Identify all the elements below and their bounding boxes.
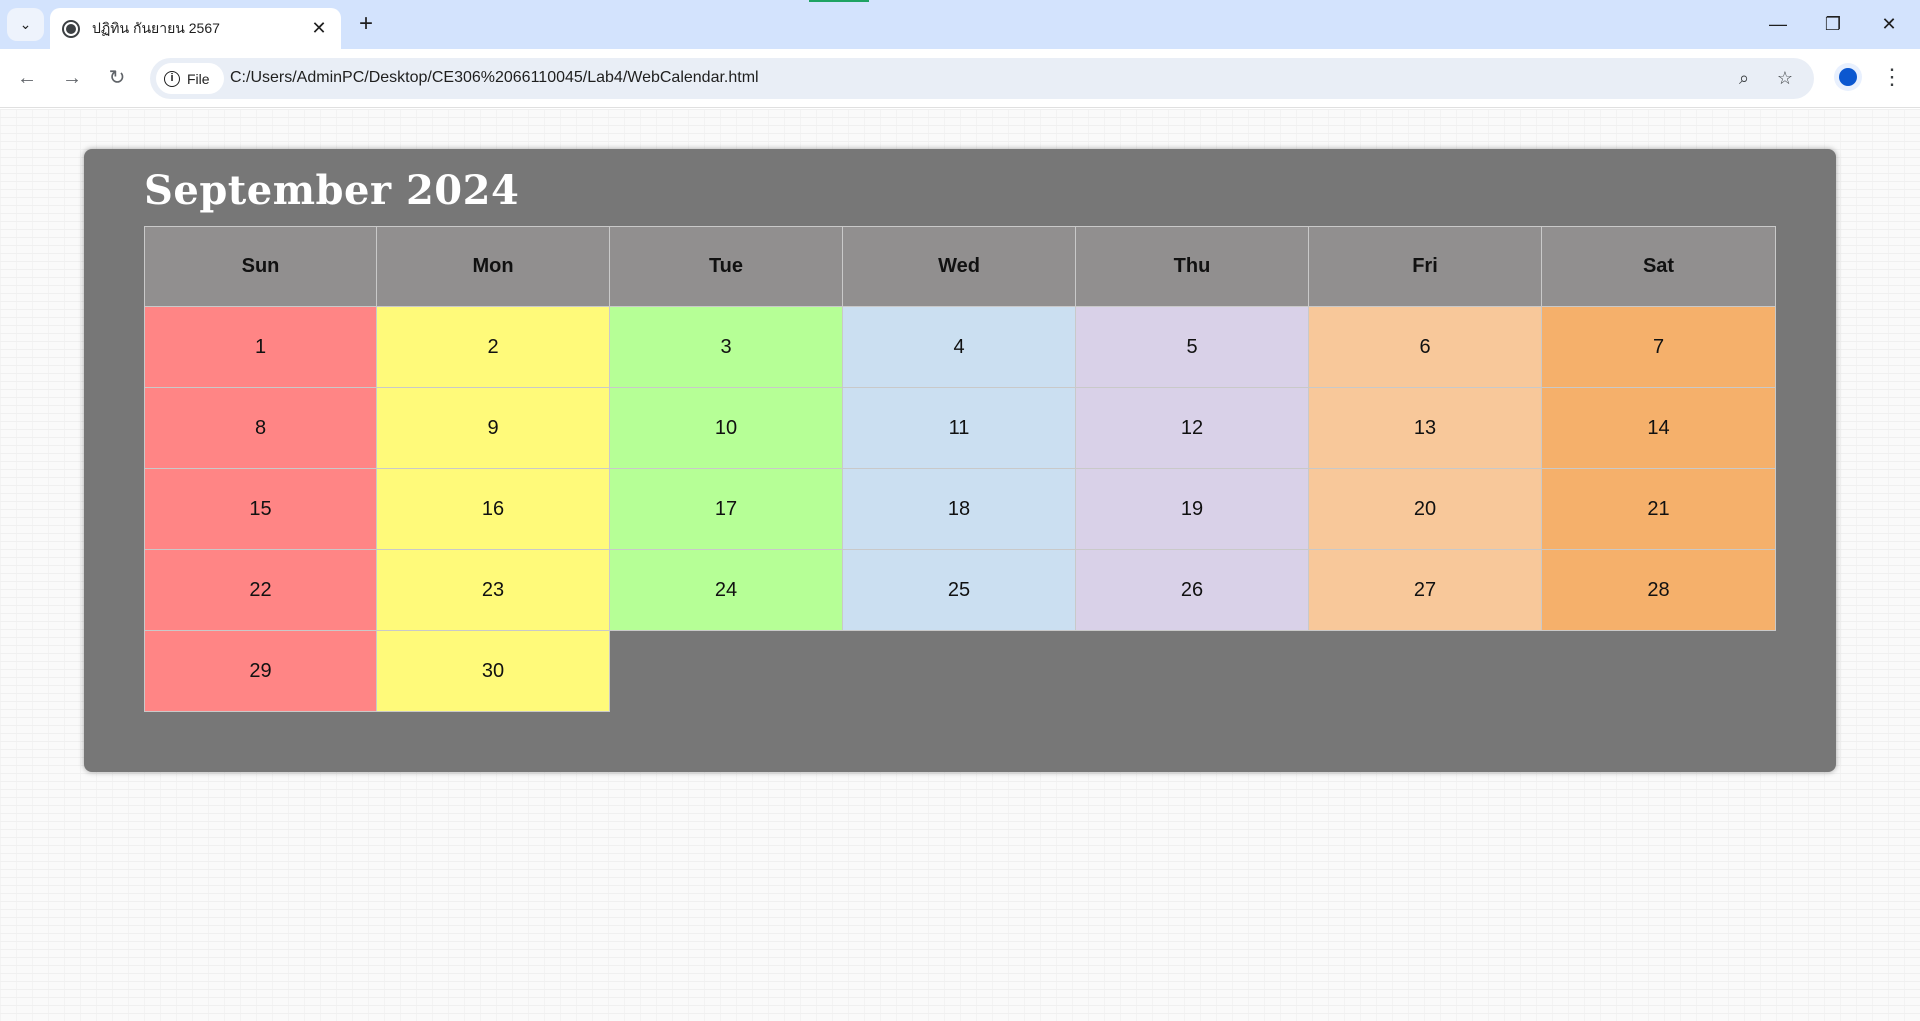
calendar-panel: September 2024 Sun Mon Tue Wed Thu Fri S… bbox=[84, 149, 1836, 772]
week-row: 15 16 17 18 19 20 21 bbox=[144, 469, 1776, 550]
day-cell-mon: 16 bbox=[377, 469, 610, 550]
close-window-button[interactable]: ✕ bbox=[1867, 8, 1911, 40]
chevron-down-icon: ⌄ bbox=[19, 16, 32, 32]
day-cell-mon: 30 bbox=[377, 631, 610, 712]
day-cell-sun: 15 bbox=[144, 469, 377, 550]
week-row: 22 23 24 25 26 27 28 bbox=[144, 550, 1776, 631]
day-cell-sat: 21 bbox=[1542, 469, 1776, 550]
week-row: 29 30 bbox=[144, 631, 1776, 712]
weekday-sat: Sat bbox=[1542, 226, 1776, 307]
tab-strip: ⌄ ปฏิทิน กันยายน 2567 ✕ + — ❐ ✕ bbox=[0, 0, 1920, 49]
weekday-mon: Mon bbox=[377, 226, 610, 307]
browser-toolbar: ← → ↻ i File C:/Users/AdminPC/Desktop/CE… bbox=[0, 49, 1920, 108]
weekday-fri: Fri bbox=[1309, 226, 1542, 307]
day-cell-sun: 1 bbox=[144, 307, 377, 388]
week-row: 8 9 10 11 12 13 14 bbox=[144, 388, 1776, 469]
day-cell-tue: 3 bbox=[610, 307, 843, 388]
weekday-sun: Sun bbox=[144, 226, 377, 307]
day-cell-sat: 28 bbox=[1542, 550, 1776, 631]
day-cell-wed: 18 bbox=[843, 469, 1076, 550]
day-cell-tue: 17 bbox=[610, 469, 843, 550]
browser-tab[interactable]: ปฏิทิน กันยายน 2567 ✕ bbox=[50, 8, 341, 49]
globe-icon bbox=[62, 19, 80, 38]
day-cell-sun: 29 bbox=[144, 631, 377, 712]
tab-accent-bar bbox=[809, 0, 869, 2]
calendar-grid: Sun Mon Tue Wed Thu Fri Sat 1 2 3 4 5 6 7 8 9 10 1… bbox=[144, 226, 1776, 712]
day-cell-thu: 12 bbox=[1076, 388, 1309, 469]
day-cell-fri: 27 bbox=[1309, 550, 1542, 631]
calendar-title: September 2024 bbox=[144, 167, 520, 214]
restore-icon: ❐ bbox=[1824, 14, 1842, 34]
url-text[interactable]: C:/Users/AdminPC/Desktop/CE306%206611004… bbox=[230, 69, 759, 87]
forward-button[interactable]: → bbox=[57, 63, 87, 93]
week-row: 1234567 bbox=[144, 307, 1776, 388]
minimize-button[interactable]: — bbox=[1756, 8, 1800, 40]
browser-menu-button[interactable]: ⋮ bbox=[1878, 63, 1906, 93]
day-cell-fri: 13 bbox=[1309, 388, 1542, 469]
day-cell-sun: 22 bbox=[144, 550, 377, 631]
day-cell-mon: 2 bbox=[377, 307, 610, 388]
page-content: September 2024 Sun Mon Tue Wed Thu Fri S… bbox=[0, 109, 1920, 1021]
forward-arrow-icon: → bbox=[62, 67, 82, 89]
tab-title: ปฏิทิน กันยายน 2567 bbox=[92, 19, 220, 36]
day-cell-sun: 8 bbox=[144, 388, 377, 469]
day-cell-thu: 19 bbox=[1076, 469, 1309, 550]
day-cell-fri: 20 bbox=[1309, 469, 1542, 550]
day-cell-tue: 24 bbox=[610, 550, 843, 631]
weekday-header-row: Sun Mon Tue Wed Thu Fri Sat bbox=[144, 226, 1776, 307]
profile-button[interactable] bbox=[1834, 63, 1862, 91]
day-cell-thu: 26 bbox=[1076, 550, 1309, 631]
star-icon[interactable]: ☆ bbox=[1773, 66, 1797, 90]
weekday-wed: Wed bbox=[843, 226, 1076, 307]
minimize-icon: — bbox=[1769, 14, 1787, 34]
site-chip-label: File bbox=[187, 70, 210, 87]
day-cell-wed: 25 bbox=[843, 550, 1076, 631]
day-cell-tue: 10 bbox=[610, 388, 843, 469]
close-icon[interactable]: ✕ bbox=[309, 18, 329, 38]
tab-search-button[interactable]: ⌄ bbox=[7, 8, 44, 41]
day-cell-sat: 14 bbox=[1542, 388, 1776, 469]
address-bar[interactable]: i File C:/Users/AdminPC/Desktop/CE306%20… bbox=[150, 58, 1814, 99]
day-cell-mon: 9 bbox=[377, 388, 610, 469]
reload-icon: ↻ bbox=[108, 67, 126, 89]
reload-button[interactable]: ↻ bbox=[102, 63, 132, 93]
back-button[interactable]: ← bbox=[12, 63, 42, 93]
close-window-icon: ✕ bbox=[1881, 14, 1897, 34]
new-tab-button[interactable]: + bbox=[352, 10, 380, 38]
weekday-tue: Tue bbox=[610, 226, 843, 307]
day-cell-wed: 11 bbox=[843, 388, 1076, 469]
day-cell-wed: 4 bbox=[843, 307, 1076, 388]
weekday-thu: Thu bbox=[1076, 226, 1309, 307]
day-cell-fri: 6 bbox=[1309, 307, 1542, 388]
day-cell-mon: 23 bbox=[377, 550, 610, 631]
zoom-icon[interactable]: ⌕ bbox=[1732, 66, 1756, 90]
restore-button[interactable]: ❐ bbox=[1811, 8, 1855, 40]
site-info-chip[interactable]: i File bbox=[156, 63, 224, 94]
day-cell-sat: 7 bbox=[1542, 307, 1776, 388]
back-arrow-icon: ← bbox=[17, 67, 37, 89]
plus-icon: + bbox=[358, 10, 373, 37]
kebab-menu-icon: ⋮ bbox=[1881, 64, 1903, 89]
profile-icon bbox=[1839, 68, 1857, 86]
day-cell-thu: 5 bbox=[1076, 307, 1309, 388]
info-icon: i bbox=[164, 70, 180, 87]
